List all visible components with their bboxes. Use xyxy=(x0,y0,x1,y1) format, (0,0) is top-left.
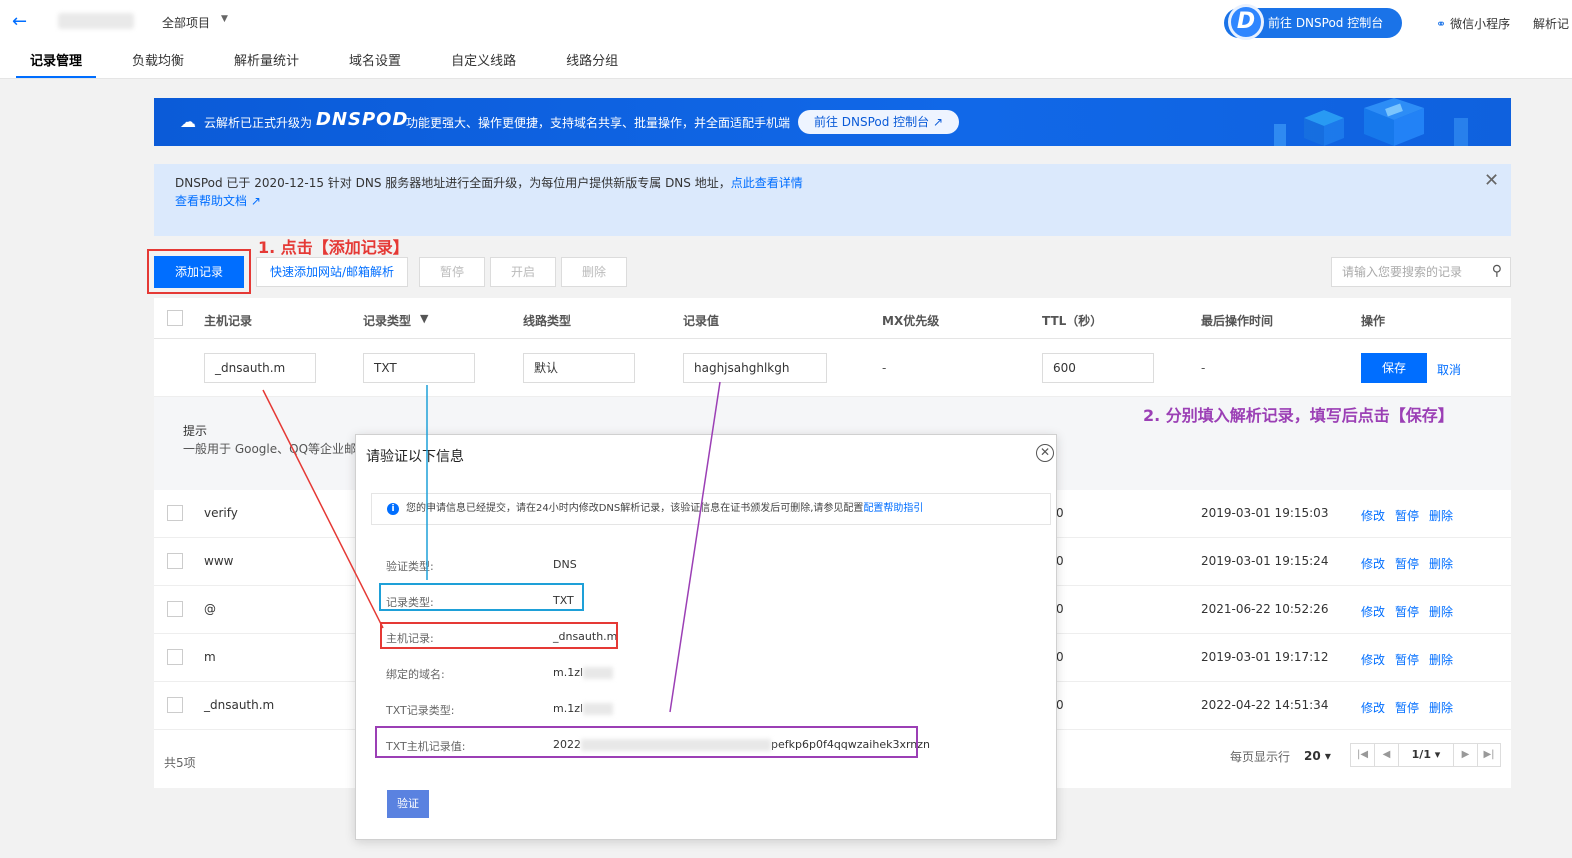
purple-connector-line xyxy=(669,381,721,713)
annotation-lines xyxy=(262,381,721,713)
red-connector-line xyxy=(262,389,384,629)
